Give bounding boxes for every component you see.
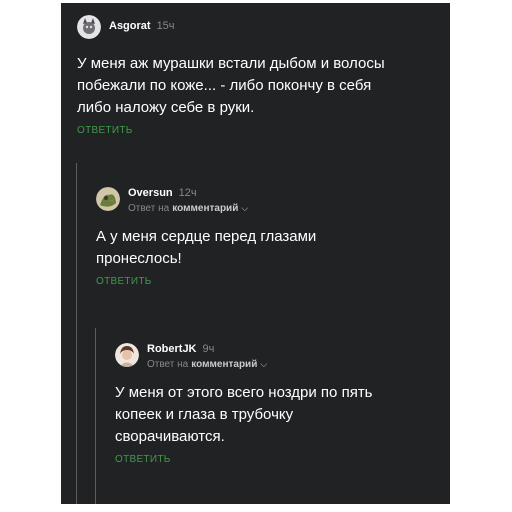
author-name[interactable]: Asgorat	[109, 20, 151, 32]
reply-to-link[interactable]: Ответ на комментарий ⌵	[147, 359, 267, 370]
comment-meta: Asgorat 15ч	[109, 20, 175, 32]
reply-to-prefix: Ответ на	[128, 203, 170, 214]
reply-to-link[interactable]: Ответ на комментарий ⌵	[128, 203, 248, 214]
comment-meta: Oversun 12ч Ответ на комментарий ⌵	[128, 187, 248, 214]
comment-header: Asgorat 15ч	[77, 15, 442, 39]
comment-text: У меня аж мурашки встали дыбом и волосы …	[77, 55, 385, 116]
thread-line	[95, 328, 96, 504]
comment-text: А у меня сердце перед глазами пронеслось…	[96, 228, 317, 267]
avatar-image	[115, 343, 139, 367]
comment-thread: Asgorat 15ч У меня аж мурашки встали дыб…	[61, 3, 450, 504]
comment-text: У меня от этого всего ноздри по пять коп…	[115, 384, 373, 445]
author-name[interactable]: Oversun	[128, 187, 173, 199]
comment-robertjk: RobertJK 9ч Ответ на комментарий ⌵ У мен…	[115, 343, 435, 467]
reply-to-prefix: Ответ на	[147, 359, 189, 370]
timestamp: 12ч	[178, 187, 197, 199]
reply-to-target: комментарий	[172, 203, 239, 214]
chevron-down-icon: ⌵	[260, 359, 268, 369]
comment-header: Oversun 12ч Ответ на комментарий ⌵	[96, 187, 436, 214]
chevron-down-icon: ⌵	[241, 203, 249, 213]
thread-line	[76, 163, 77, 504]
avatar-image	[96, 187, 120, 211]
comment-header: RobertJK 9ч Ответ на комментарий ⌵	[115, 343, 435, 370]
avatar[interactable]	[77, 15, 101, 39]
author-name[interactable]: RobertJK	[147, 343, 197, 355]
reply-button[interactable]: ОТВЕТИТЬ	[77, 125, 133, 136]
name-row: Asgorat 15ч	[109, 20, 175, 32]
avatar[interactable]	[96, 187, 120, 211]
avatar[interactable]	[115, 343, 139, 367]
reply-to-target: комментарий	[191, 359, 258, 370]
comment-meta: RobertJK 9ч Ответ на комментарий ⌵	[147, 343, 267, 370]
comment-asgorat: Asgorat 15ч У меня аж мурашки встали дыб…	[77, 15, 442, 138]
name-row: RobertJK 9ч	[147, 343, 267, 355]
comment-oversun: Oversun 12ч Ответ на комментарий ⌵ А у м…	[96, 187, 436, 289]
timestamp: 9ч	[202, 343, 215, 355]
avatar-image	[77, 15, 101, 39]
reply-button[interactable]: ОТВЕТИТЬ	[96, 276, 152, 287]
name-row: Oversun 12ч	[128, 187, 248, 199]
reply-button[interactable]: ОТВЕТИТЬ	[115, 454, 171, 465]
timestamp: 15ч	[156, 20, 175, 32]
